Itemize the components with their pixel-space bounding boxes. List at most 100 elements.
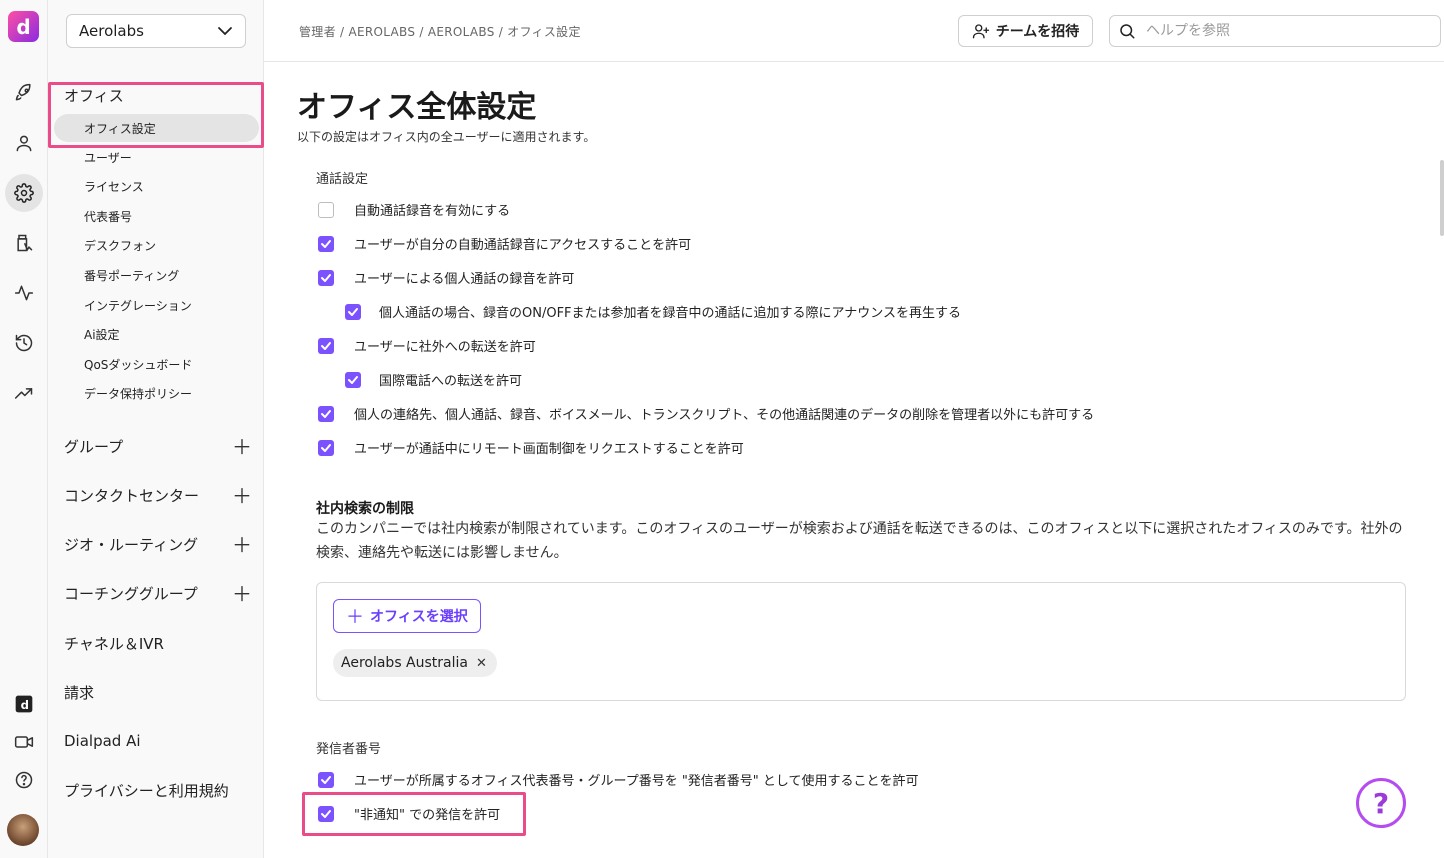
office-section-heading[interactable]: オフィス: [64, 85, 124, 106]
check-icon: [321, 239, 331, 248]
sidebar-group-groups[interactable]: グループ ＋: [64, 436, 252, 457]
plus-icon[interactable]: ＋: [232, 437, 252, 457]
setting-international-transfer[interactable]: 国際電話への転送を許可: [345, 370, 522, 389]
user-plus-icon: [972, 24, 989, 39]
sidebar-item-data-retention[interactable]: データ保持ポリシー: [84, 385, 192, 402]
sidebar-item-qos-dashboard[interactable]: QoSダッシュボード: [84, 356, 192, 373]
trending-icon[interactable]: [5, 374, 43, 412]
checkbox[interactable]: [345, 303, 361, 320]
breadcrumb[interactable]: 管理者 / AEROLABS / AEROLABS / オフィス設定: [299, 23, 581, 40]
help-search[interactable]: [1109, 15, 1441, 47]
invite-team-button[interactable]: チームを招待: [958, 15, 1093, 47]
sidebar-group-label: 請求: [64, 684, 95, 702]
help-circle-icon[interactable]: [5, 761, 43, 799]
search-restriction-heading: 社内検索の制限: [316, 501, 414, 517]
office-chip: Aerolabs Australia ✕: [333, 649, 497, 677]
check-icon: [321, 341, 331, 350]
sidebar-group-label: Dialpad Ai: [64, 732, 141, 750]
setting-remote-control-request[interactable]: ユーザーが通話中にリモート画面制御をリクエストすることを許可: [318, 438, 744, 457]
history-icon[interactable]: [5, 324, 43, 362]
scrollbar[interactable]: [1440, 160, 1444, 236]
close-icon[interactable]: ✕: [476, 656, 487, 671]
admin-sidebar: Aerolabs オフィス オフィス設定 ユーザー ライセンス 代表番号 デスク…: [48, 0, 264, 858]
sidebar-item-integrations[interactable]: インテグレーション: [84, 297, 192, 314]
checkbox[interactable]: [318, 201, 334, 218]
checkbox[interactable]: [318, 235, 334, 252]
sidebar-group-label: プライバシーと利用規約: [64, 782, 229, 800]
checkbox[interactable]: [318, 439, 334, 456]
setting-auto-recording[interactable]: 自動通話録音を有効にする: [318, 200, 510, 219]
activity-icon[interactable]: [5, 274, 43, 312]
check-icon: [321, 809, 331, 818]
sidebar-group-label: グループ: [64, 438, 124, 456]
sidebar-item-number-porting[interactable]: 番号ポーティング: [84, 267, 179, 284]
setting-recording-announcement[interactable]: 個人通話の場合、録音のON/OFFまたは参加者を録音中の通話に追加する際にアナウ…: [345, 302, 961, 321]
plus-icon[interactable]: ＋: [232, 486, 252, 506]
help-search-input[interactable]: [1146, 23, 1426, 39]
caller-id-label: 発信者番号: [316, 742, 382, 757]
org-select-value: Aerolabs: [79, 22, 144, 40]
checkbox[interactable]: [345, 371, 361, 388]
gear-icon[interactable]: [5, 174, 43, 212]
setting-group-number-caller-id[interactable]: ユーザーが所属するオフィス代表番号・グループ番号を "発信者番号" として使用す…: [318, 770, 919, 789]
sidebar-group-label: コーチンググループ: [64, 585, 198, 603]
checkbox-label: ユーザーが通話中にリモート画面制御をリクエストすることを許可: [354, 442, 744, 457]
checkbox[interactable]: [318, 337, 334, 354]
org-select[interactable]: Aerolabs: [66, 14, 246, 48]
checkbox-label: ユーザーが自分の自動通話録音にアクセスすることを許可: [354, 238, 692, 253]
sidebar-group-geo-routing[interactable]: ジオ・ルーティング ＋: [64, 534, 252, 555]
sidebar-group-label: ジオ・ルーティング: [64, 536, 199, 554]
select-office-button[interactable]: ＋ オフィスを選択: [333, 599, 481, 633]
checkbox[interactable]: [318, 405, 334, 422]
setting-access-own-recordings[interactable]: ユーザーが自分の自動通話録音にアクセスすることを許可: [318, 234, 691, 253]
rocket-icon[interactable]: [5, 74, 43, 112]
sidebar-item-billing[interactable]: 請求: [64, 682, 252, 703]
setting-personal-call-recording[interactable]: ユーザーによる個人通話の録音を許可: [318, 268, 574, 287]
avatar[interactable]: [7, 814, 39, 846]
dialpad-logo[interactable]: d: [8, 11, 39, 42]
call-settings-label: 通話設定: [316, 172, 369, 187]
sidebar-item-main-numbers[interactable]: 代表番号: [84, 208, 132, 225]
page-subtitle: 以下の設定はオフィス内の全ユーザーに適用されます。: [297, 130, 596, 144]
setting-anonymous-calling[interactable]: "非通知" での発信を許可: [318, 804, 500, 823]
checkbox[interactable]: [318, 269, 334, 286]
checkbox[interactable]: [318, 805, 334, 822]
sidebar-item-licenses[interactable]: ライセンス: [84, 178, 144, 195]
top-bar: 管理者 / AEROLABS / AEROLABS / オフィス設定 チームを招…: [264, 0, 1444, 62]
sidebar-item-ai-settings[interactable]: Ai設定: [84, 326, 120, 343]
sidebar-item-office-settings[interactable]: オフィス設定: [54, 114, 259, 142]
check-icon: [321, 443, 331, 452]
checkbox-label: "非通知" での発信を許可: [354, 808, 501, 823]
search-icon: [1120, 24, 1135, 39]
sidebar-item-users[interactable]: ユーザー: [84, 149, 132, 166]
plus-icon[interactable]: ＋: [232, 535, 252, 555]
checkbox-label: 個人通話の場合、録音のON/OFFまたは参加者を録音中の通話に追加する際にアナウ…: [379, 306, 962, 321]
checkbox[interactable]: [318, 771, 334, 788]
check-icon: [321, 273, 331, 282]
checkbox-label: 国際電話への転送を許可: [379, 374, 523, 389]
help-bubble-button[interactable]: ?: [1356, 778, 1406, 828]
setting-non-admin-deletion[interactable]: 個人の連絡先、個人通話、録音、ボイスメール、トランスクリプト、その他通話関連のデ…: [318, 404, 1094, 423]
sidebar-item-dialpad-ai[interactable]: Dialpad Ai: [64, 732, 252, 750]
check-icon: [321, 409, 331, 418]
plus-icon: ＋: [346, 607, 364, 628]
checkbox-label: 自動通話録音を有効にする: [354, 204, 511, 219]
page-title: オフィス全体設定: [297, 90, 537, 125]
sidebar-group-contact-centers[interactable]: コンタクトセンター ＋: [64, 485, 252, 506]
checkbox-label: 個人の連絡先、個人通話、録音、ボイスメール、トランスクリプト、その他通話関連のデ…: [354, 408, 1095, 423]
contact-center-icon[interactable]: [5, 224, 43, 262]
setting-external-transfer[interactable]: ユーザーに社外への転送を許可: [318, 336, 536, 355]
sidebar-item-desk-phones[interactable]: デスクフォン: [84, 237, 156, 254]
dialpad-app-icon[interactable]: d: [5, 685, 43, 723]
select-office-label: オフィスを選択: [370, 609, 468, 625]
sidebar-group-coaching-groups[interactable]: コーチンググループ ＋: [64, 583, 252, 604]
plus-icon[interactable]: ＋: [232, 584, 252, 604]
video-icon[interactable]: [5, 723, 43, 761]
checkbox-label: ユーザーが所属するオフィス代表番号・グループ番号を "発信者番号" として使用す…: [354, 774, 919, 789]
icon-rail: d d: [0, 0, 48, 858]
checkbox-label: ユーザーによる個人通話の録音を許可: [354, 272, 575, 287]
sidebar-group-label: コンタクトセンター: [64, 487, 200, 505]
sidebar-item-privacy-terms[interactable]: プライバシーと利用規約: [64, 780, 252, 801]
sidebar-item-channels-ivr[interactable]: チャネル＆IVR: [64, 633, 252, 654]
user-icon[interactable]: [5, 124, 43, 162]
